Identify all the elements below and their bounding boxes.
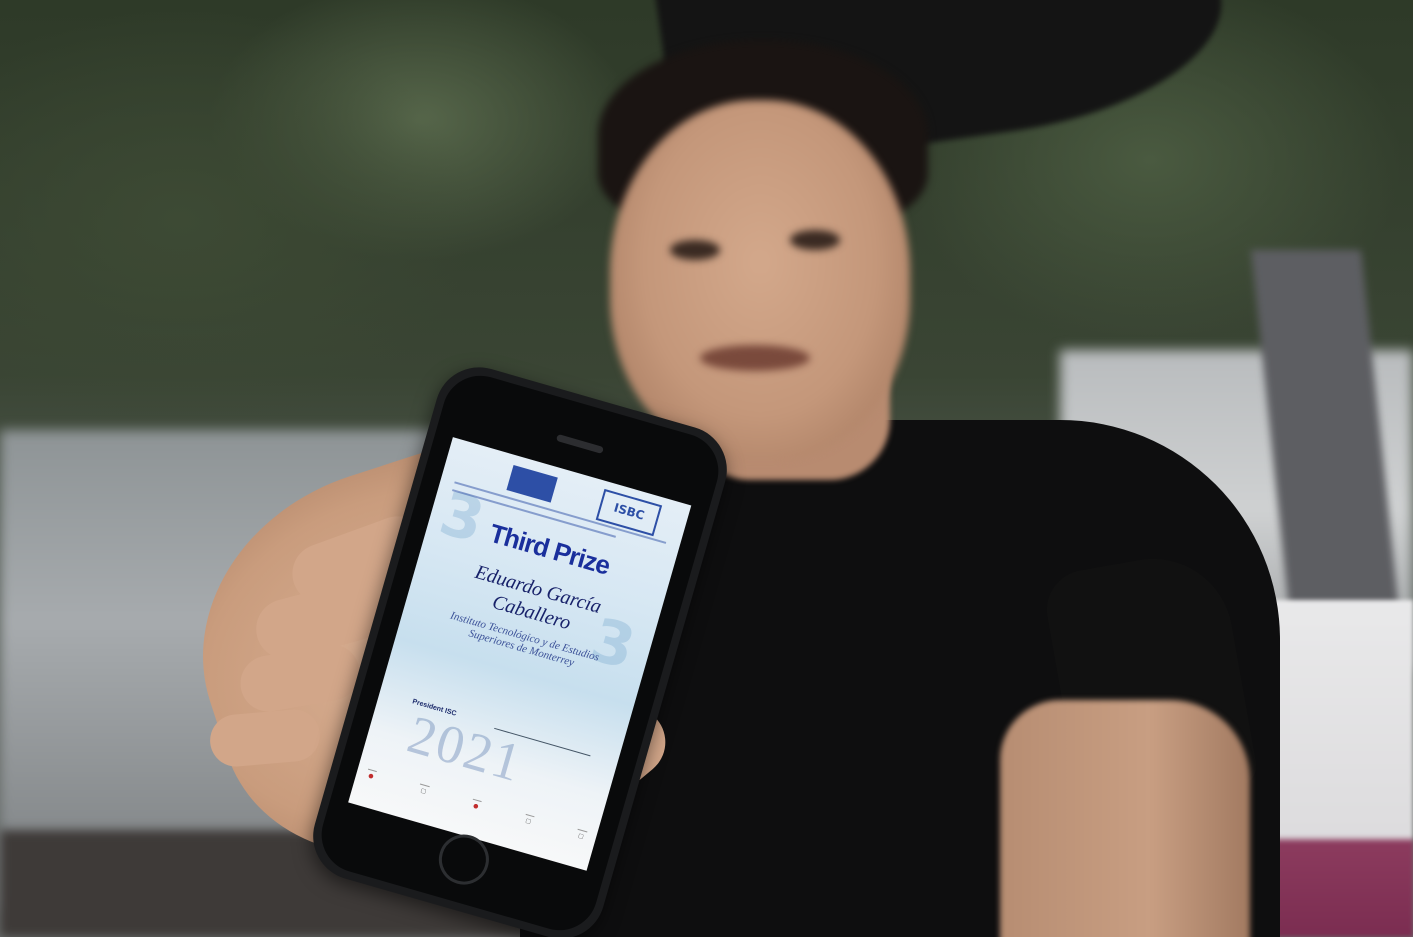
isbc-logo: ISBC <box>595 488 663 537</box>
arm <box>1000 700 1250 937</box>
right-eye <box>790 230 840 250</box>
photo-scene: 3 3 ISBC Third Prize Eduardo García Caba… <box>0 0 1413 937</box>
sponsor-logo: ● <box>469 798 483 813</box>
left-eye <box>670 240 720 260</box>
sponsor-logo: ▢ <box>417 783 430 798</box>
mouth <box>700 345 810 371</box>
sponsor-logo: ▢ <box>574 828 588 844</box>
sponsor-logo: ● <box>364 768 378 783</box>
face <box>610 100 910 460</box>
sponsor-logo: ▢ <box>522 813 535 828</box>
organizer-logo <box>506 464 558 503</box>
blurred-book <box>1270 600 1413 937</box>
phone-speaker <box>555 433 604 454</box>
